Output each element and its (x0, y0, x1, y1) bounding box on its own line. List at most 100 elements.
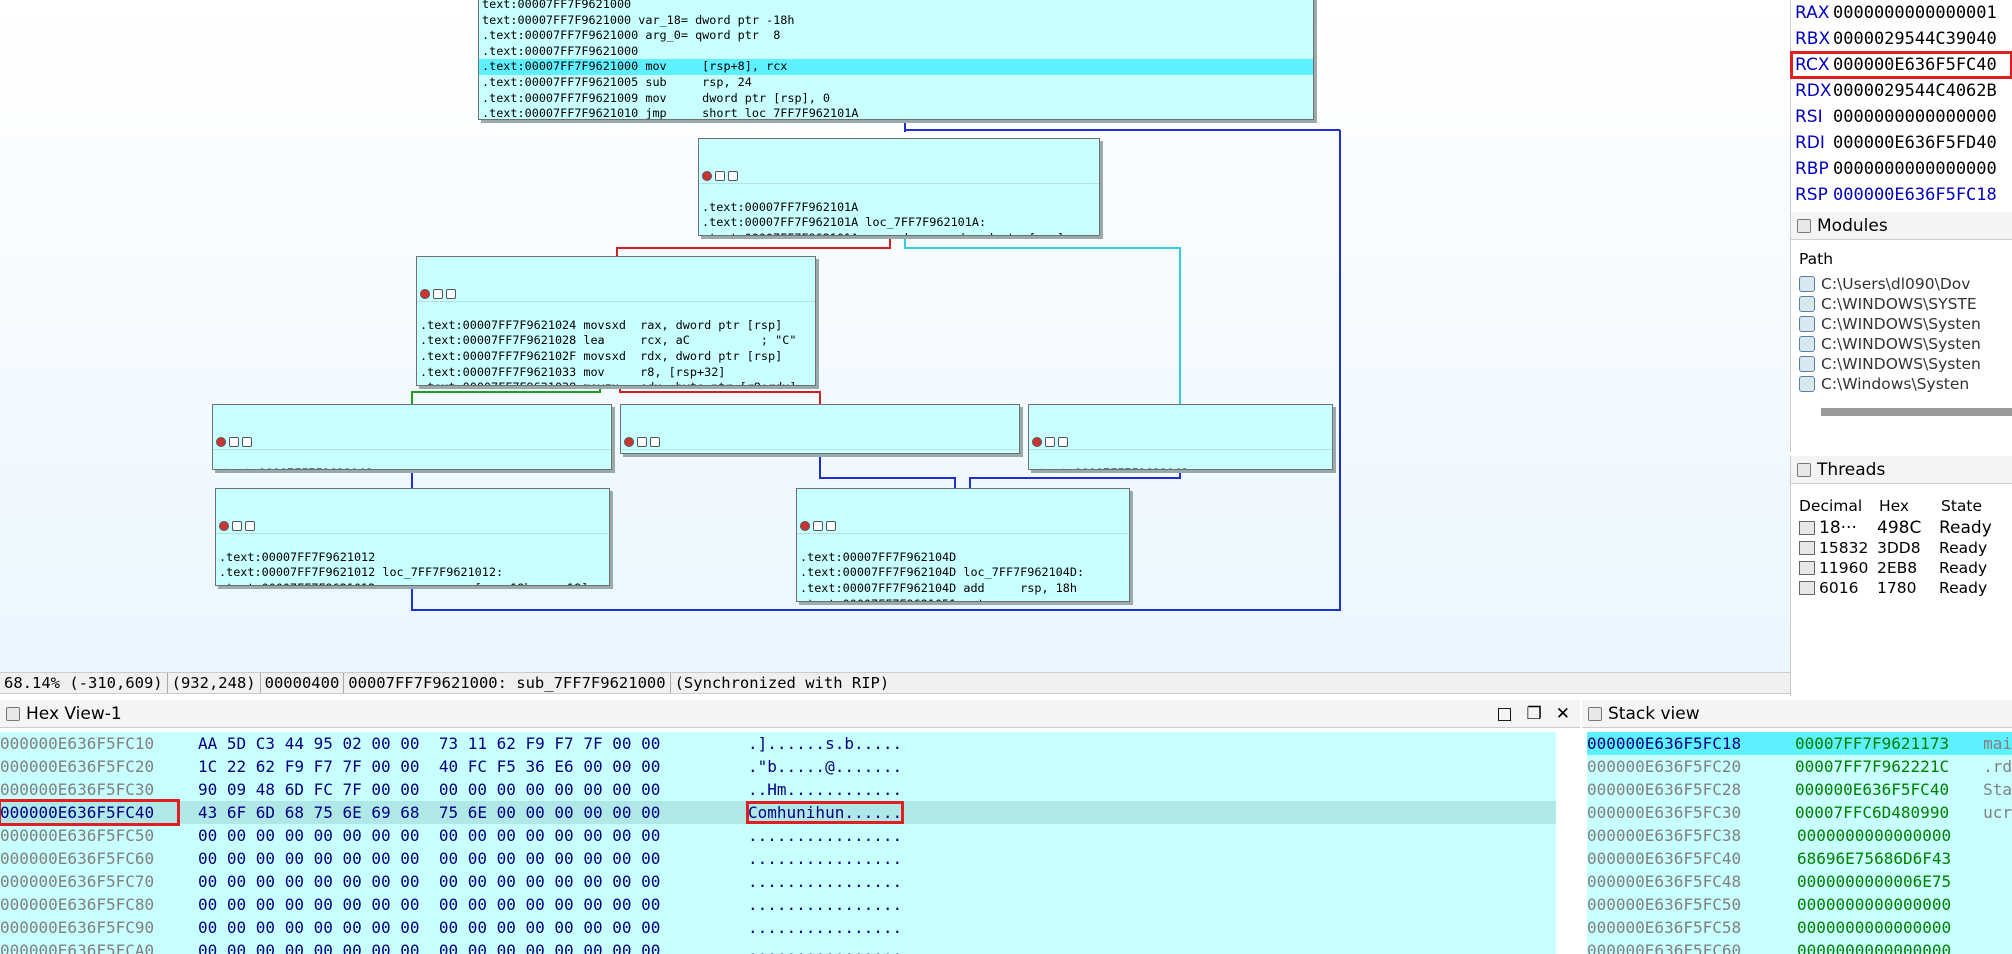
hex-address[interactable]: 000000E636F5FC30 (0, 778, 178, 801)
code-line[interactable]: .text:00007FF7F962104D add rsp, 18h (797, 581, 1129, 597)
stack-row[interactable]: 000000E636F5FC38 0000000000000000 (1587, 824, 2012, 847)
register-rbx[interactable]: RBX 0000029544C39040 (1791, 26, 2012, 52)
code-line[interactable]: text:00007FF7F9621000 var_18= dword ptr … (479, 13, 1313, 29)
hex-row[interactable]: 000000E636F5FC20 1C 22 62 F9 F7 7F 00 00 … (0, 755, 1556, 778)
code-block-success[interactable]: .text:00007FF7F9621048.text:00007FF7F962… (1028, 404, 1333, 470)
thread-decimal[interactable]: 6016 (1819, 579, 1877, 597)
stack-value[interactable]: 00007FF7F9621173 (1795, 732, 1983, 755)
hex-view[interactable]: 000000E636F5FC10 AA 5D C3 44 95 02 00 00 … (0, 732, 1556, 954)
register-rax[interactable]: RAX 0000000000000001 (1791, 0, 2012, 26)
stack-address[interactable]: 000000E636F5FC48 (1587, 870, 1797, 893)
stack-row[interactable]: 000000E636F5FC28 000000E636F5FC40 Sta (1587, 778, 2012, 801)
stack-row[interactable]: 000000E636F5FC60 0000000000000000 (1587, 939, 2012, 954)
register-value[interactable]: 0000029544C4062B (1833, 78, 1997, 104)
code-line[interactable]: .text:00007FF7F9621000 (479, 44, 1313, 60)
module-item[interactable]: C:\WINDOWS\SYSTE (1791, 294, 2012, 314)
module-path[interactable]: C:\WINDOWS\Systen (1821, 335, 1981, 353)
stack-view-header[interactable]: Stack view (1582, 700, 2012, 728)
code-block-increment[interactable]: .text:00007FF7F9621012 .text:00007FF7F962… (215, 488, 610, 586)
register-rbp[interactable]: RBP 0000000000000000 (1791, 156, 2012, 182)
hex-address[interactable]: 000000E636F5FC40 (0, 799, 180, 826)
module-item[interactable]: C:\WINDOWS\Systen (1791, 334, 2012, 354)
stack-address[interactable]: 000000E636F5FC18 (1587, 732, 1795, 755)
code-line[interactable]: .text:00007FF7F9621012 (216, 550, 609, 566)
thread-decimal[interactable]: 11960 (1819, 559, 1877, 577)
hex-row[interactable]: 000000E636F5FC50 00 00 00 00 00 00 00 00 … (0, 824, 1556, 847)
modules-header[interactable]: Modules (1791, 212, 2012, 240)
module-item[interactable]: C:\Users\dl090\Dov (1791, 274, 2012, 294)
restore-icon[interactable]: ❐ (1527, 700, 1542, 728)
stack-value[interactable]: 0000000000000000 (1797, 824, 1987, 847)
code-line[interactable]: .text:00007FF7F962104D loc_7FF7F962104D: (797, 565, 1129, 581)
code-line[interactable]: .text:00007FF7F9621024 movsxd rax, dword… (417, 318, 815, 334)
code-line[interactable]: .text:00007FF7F9621046 (213, 466, 611, 469)
stack-value[interactable]: 68696E75686D6F43 (1797, 847, 1987, 870)
thread-hex[interactable]: 1780 (1877, 579, 1939, 597)
thread-row[interactable]: 15832 3DD8 Ready (1791, 538, 2012, 558)
hex-ascii[interactable]: ................ (726, 824, 902, 847)
stack-view[interactable]: 000000E636F5FC18 00007FF7F9621173 mai 00000… (1587, 732, 2012, 954)
maximize-icon[interactable]: □ (1496, 700, 1512, 728)
register-rsp[interactable]: RSP 000000E636F5FC18 (1791, 182, 2012, 208)
hex-bytes[interactable]: 00 00 00 00 00 00 00 00 00 00 00 00 00 0… (178, 939, 726, 954)
stack-value[interactable]: 000000E636F5FC40 (1795, 778, 1983, 801)
stack-value[interactable]: 0000000000000000 (1797, 916, 1987, 939)
hex-row[interactable]: 000000E636F5FC80 00 00 00 00 00 00 00 00 … (0, 893, 1556, 916)
hex-ascii[interactable]: ................ (726, 893, 902, 916)
stack-value[interactable]: 0000000000000000 (1797, 893, 1987, 916)
code-line[interactable]: .text:00007FF7F9621000 mov [rsp+8], rcx (479, 59, 1313, 75)
col-state[interactable]: State (1941, 497, 1982, 515)
thread-state[interactable]: Ready (1939, 579, 1987, 597)
register-value[interactable]: 0000000000000000 (1833, 156, 1997, 182)
col-decimal[interactable]: Decimal (1791, 497, 1879, 515)
hex-ascii[interactable]: .]......s.b..... (726, 732, 902, 755)
hex-ascii[interactable]: Comhunihun...... (726, 801, 905, 824)
stack-row[interactable]: 000000E636F5FC20 00007FF7F962221C .rd (1587, 755, 2012, 778)
hex-view-header[interactable]: Hex View-1 □ ❐ ✕ (0, 700, 1580, 728)
hex-row[interactable]: 000000E636F5FC60 00 00 00 00 00 00 00 00 … (0, 847, 1556, 870)
stack-address[interactable]: 000000E636F5FC38 (1587, 824, 1797, 847)
code-line[interactable]: .text:00007FF7F962101A movsxd rax, dword… (699, 231, 1099, 235)
stack-row[interactable]: 000000E636F5FC50 0000000000000000 (1587, 893, 2012, 916)
hex-ascii[interactable]: ................ (726, 870, 902, 893)
hex-address[interactable]: 000000E636F5FC70 (0, 870, 178, 893)
hex-address[interactable]: 000000E636F5FC50 (0, 824, 178, 847)
code-line[interactable]: .text:00007FF7F9621000 arg_0= qword ptr … (479, 28, 1313, 44)
register-rdi[interactable]: RDI 000000E636F5FD40 (1791, 130, 2012, 156)
thread-decimal[interactable]: 15832 (1819, 539, 1877, 557)
stack-value[interactable]: 00007FF7F962221C (1795, 755, 1983, 778)
code-line[interactable]: .text:00007FF7F962104D (797, 550, 1129, 566)
thread-row[interactable]: 6016 1780 Ready (1791, 578, 2012, 598)
hex-bytes[interactable]: 00 00 00 00 00 00 00 00 00 00 00 00 00 0… (178, 916, 726, 939)
hex-bytes[interactable]: 00 00 00 00 00 00 00 00 00 00 00 00 00 0… (178, 824, 726, 847)
stack-value[interactable]: 0000000000000000 (1797, 939, 1987, 954)
hex-ascii[interactable]: ................ (726, 939, 902, 954)
hex-bytes[interactable]: 43 6F 6D 68 75 6E 69 68 75 6E 00 00 00 0… (178, 801, 726, 824)
hex-row[interactable]: 000000E636F5FCA0 00 00 00 00 00 00 00 00 … (0, 939, 1556, 954)
register-rdx[interactable]: RDX 0000029544C4062B (1791, 78, 2012, 104)
module-item[interactable]: C:\Windows\Systen (1791, 374, 2012, 394)
module-path[interactable]: C:\Windows\Systen (1821, 375, 1969, 393)
thread-state[interactable]: Ready (1939, 518, 1992, 538)
stack-address[interactable]: 000000E636F5FC30 (1587, 801, 1795, 824)
hex-bytes[interactable]: 00 00 00 00 00 00 00 00 00 00 00 00 00 0… (178, 893, 726, 916)
hex-ascii[interactable]: ..Hm............ (726, 778, 902, 801)
code-line[interactable]: .text:00007FF7F9621051 retn (797, 597, 1129, 601)
code-block-fail[interactable]: .text:00007FF7F9621042 xor eax, eax.text… (620, 404, 1020, 454)
hex-row[interactable]: 000000E636F5FC70 00 00 00 00 00 00 00 00 … (0, 870, 1556, 893)
stack-row[interactable]: 000000E636F5FC48 0000000000006E75 (1587, 870, 2012, 893)
registers-panel[interactable]: RAX 0000000000000001 RBX 0000029544C39040 RC… (1790, 0, 2012, 212)
threads-header[interactable]: Threads (1791, 456, 2012, 484)
code-line[interactable]: .text:00007FF7F9621005 sub rsp, 24 (479, 75, 1313, 91)
hex-bytes[interactable]: 00 00 00 00 00 00 00 00 00 00 00 00 00 0… (178, 847, 726, 870)
code-block-loop-check[interactable]: .text:00007FF7F962101A .text:00007FF7F962… (698, 138, 1100, 236)
hex-bytes[interactable]: AA 5D C3 44 95 02 00 00 73 11 62 F9 F7 7… (178, 732, 726, 755)
module-path[interactable]: C:\WINDOWS\Systen (1821, 315, 1981, 333)
thread-hex[interactable]: 3DD8 (1877, 539, 1939, 557)
code-line[interactable]: .text:00007FF7F9621033 mov r8, [rsp+32] (417, 365, 815, 381)
code-line[interactable]: .text:00007FF7F9621009 mov dword ptr [rs… (479, 91, 1313, 107)
register-value[interactable]: 0000029544C39040 (1833, 26, 1997, 52)
hex-row[interactable]: 000000E636F5FC10 AA 5D C3 44 95 02 00 00 … (0, 732, 1556, 755)
thread-row[interactable]: 18··· 498C Ready (1791, 518, 2012, 538)
register-value[interactable]: 0000000000000001 (1833, 0, 1997, 26)
